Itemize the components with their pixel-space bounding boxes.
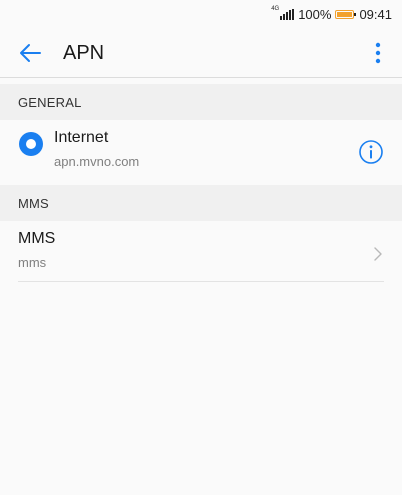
apn-item-mms[interactable]: MMS mms xyxy=(0,221,402,281)
network-type: 4G xyxy=(271,6,280,12)
battery-percent: 100% xyxy=(298,6,332,22)
section-header-general: GENERAL xyxy=(0,84,402,120)
more-options-button[interactable] xyxy=(368,39,388,67)
battery-level xyxy=(337,11,353,17)
section-title: MMS xyxy=(18,196,49,211)
divider xyxy=(18,281,384,282)
apn-name: MMS xyxy=(18,230,56,247)
clock: 09:41 xyxy=(359,6,392,22)
apn-address: mms xyxy=(18,255,47,270)
chevron-right-icon xyxy=(374,247,382,261)
section-header-mms: MMS xyxy=(0,185,402,221)
status-indicators: 4G 100% 09:41 xyxy=(271,6,392,22)
arrow-left-icon xyxy=(20,44,41,62)
info-icon[interactable] xyxy=(358,139,384,165)
signal-icon xyxy=(280,8,295,20)
apn-name: Internet xyxy=(54,129,109,146)
section-title: GENERAL xyxy=(18,95,82,110)
more-vertical-icon xyxy=(375,42,381,64)
battery-icon xyxy=(335,9,357,19)
status-bar: 4G 100% 09:41 xyxy=(0,0,402,28)
app-bar: APN xyxy=(0,28,402,78)
back-button[interactable] xyxy=(16,39,44,67)
page-title: APN xyxy=(63,42,105,64)
apn-item-internet[interactable]: Internet apn.mvno.com xyxy=(0,120,402,180)
radio-dot xyxy=(26,139,36,149)
apn-address: apn.mvno.com xyxy=(54,154,140,169)
selected-radio[interactable] xyxy=(19,132,43,156)
